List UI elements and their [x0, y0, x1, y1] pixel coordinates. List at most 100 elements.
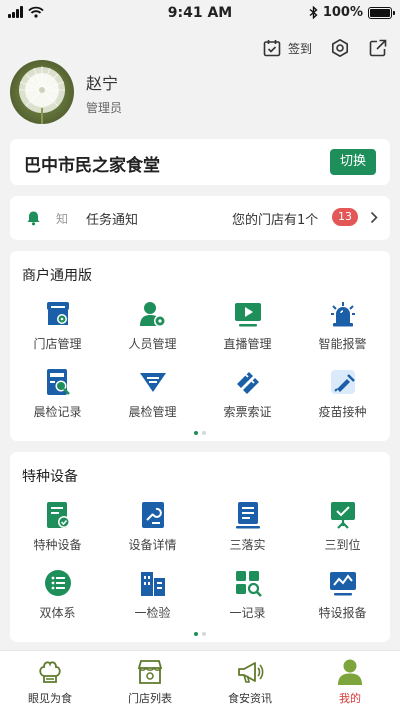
morning-check-record-icon	[46, 369, 70, 395]
store-settings-icon	[46, 302, 69, 325]
tab-label: 眼见为食	[28, 692, 72, 705]
tab-mine[interactable]: 我的	[300, 651, 400, 710]
notice-card[interactable]: 知 任务通知 您的门店有1个 13	[10, 196, 390, 240]
grid-label: 疫苗接种	[318, 405, 367, 419]
page-dots	[10, 431, 390, 435]
grid-label: 人员管理	[128, 337, 177, 351]
page-dot-active	[194, 431, 198, 435]
grid-item-live-manage[interactable]: 直播管理	[200, 299, 295, 355]
chevron-right-icon	[370, 211, 378, 224]
merchant-section: 商户通用版 门店管理 人员管理 直播管理 智能报警 晨检记录 晨检管理 索票索证	[10, 251, 390, 441]
battery-icon	[368, 6, 395, 19]
notice-count-badge: 13	[332, 208, 358, 226]
grid-label: 直播管理	[223, 337, 272, 351]
alarm-light-icon	[330, 302, 355, 327]
grid-item-ticket[interactable]: 索票索证	[200, 367, 295, 423]
grid-label: 特设报备	[318, 606, 367, 620]
notice-title: 任务通知	[86, 213, 139, 228]
bluetooth-icon	[309, 6, 318, 19]
grid-item-dual-system[interactable]: 双体系	[10, 568, 105, 624]
grid-item-smart-alarm[interactable]: 智能报警	[295, 299, 390, 355]
checkin-button[interactable]: 签到	[262, 38, 312, 58]
store-card: 巴中市民之家食堂 切换	[10, 139, 390, 185]
user-role: 管理员	[86, 101, 123, 115]
megaphone-icon	[238, 662, 264, 683]
grid-label: 晨检管理	[128, 405, 177, 419]
grid-label: 门店管理	[33, 337, 82, 351]
grid-item-morning-manage[interactable]: 晨检管理	[105, 367, 200, 423]
monitor-chart-icon	[329, 572, 356, 596]
battery-percent: 100%	[322, 5, 363, 20]
calendar-check-icon	[263, 40, 281, 57]
page-dots	[10, 632, 390, 636]
notice-label: 知	[56, 212, 69, 226]
merchant-grid: 门店管理 人员管理 直播管理 智能报警 晨检记录 晨检管理 索票索证 疫苗接种	[10, 299, 390, 423]
tab-label: 门店列表	[128, 692, 172, 705]
grid-item-special-equipment[interactable]: 特种设备	[10, 500, 105, 556]
grid-label: 设备详情	[128, 538, 177, 552]
grid-label: 索票索证	[223, 405, 272, 419]
section-title: 特种设备	[22, 469, 78, 485]
page-dot	[202, 431, 206, 435]
profile: 赵宁 管理员	[10, 60, 390, 126]
tab-label: 我的	[339, 692, 361, 705]
grid-label: 双体系	[39, 606, 76, 620]
grid-label: 三到位	[324, 538, 361, 552]
settings-icon[interactable]	[330, 38, 350, 58]
grid-label: 一记录	[229, 606, 266, 620]
tab-bar: 眼见为食 门店列表 食安资讯 我的	[0, 650, 400, 710]
shop-icon	[137, 660, 163, 684]
board-icon	[330, 502, 355, 529]
store-name: 巴中市民之家食堂	[24, 156, 160, 176]
grid-item-equipment-detail[interactable]: 设备详情	[105, 500, 200, 556]
vaccine-icon	[330, 370, 355, 394]
ticket-icon	[236, 372, 259, 394]
grid-label: 晨检记录	[33, 405, 82, 419]
grid-item-special-report[interactable]: 特设报备	[295, 568, 390, 624]
chef-hat-icon	[39, 661, 61, 683]
document-list-icon	[235, 502, 260, 529]
grid-item-three-in-place[interactable]: 三到位	[295, 500, 390, 556]
special-grid: 特种设备 设备详情 三落实 三到位 双体系 一检验 一记录 特设报备	[10, 500, 390, 624]
grid-label: 特种设备	[33, 538, 82, 552]
grid-item-morning-record[interactable]: 晨检记录	[10, 367, 105, 423]
status-right: 100%	[309, 5, 395, 20]
grid-label: 一检验	[134, 606, 171, 620]
notice-message: 您的门店有1个	[232, 213, 319, 228]
page-dot	[202, 632, 206, 636]
grid-label: 三落实	[229, 538, 266, 552]
section-title: 商户通用版	[22, 268, 92, 284]
bell-icon	[27, 211, 40, 226]
grid-item-store-manage[interactable]: 门店管理	[10, 299, 105, 355]
grid-item-one-inspection[interactable]: 一检验	[105, 568, 200, 624]
grid-item-one-record[interactable]: 一记录	[200, 568, 295, 624]
tab-food-safety-news[interactable]: 食安资讯	[200, 651, 300, 710]
grid-item-staff-manage[interactable]: 人员管理	[105, 299, 200, 355]
user-settings-icon	[139, 302, 166, 327]
top-actions: 签到	[262, 38, 388, 58]
grid-search-icon	[235, 571, 262, 597]
battery-fill	[370, 8, 390, 17]
avatar[interactable]	[10, 60, 74, 124]
user-icon	[338, 659, 362, 685]
special-equipment-section: 特种设备 特种设备 设备详情 三落实 三到位 双体系 一检验 一记录 特设报备	[10, 452, 390, 642]
page-dot-active	[194, 632, 198, 636]
morning-check-manage-icon	[139, 373, 166, 392]
tab-store-list[interactable]: 门店列表	[100, 651, 200, 710]
tab-eyes-on-food[interactable]: 眼见为食	[0, 651, 100, 710]
building-icon	[140, 572, 165, 596]
special-equipment-icon	[46, 502, 70, 528]
live-play-icon	[234, 303, 261, 327]
grid-item-three-implement[interactable]: 三落实	[200, 500, 295, 556]
checkin-label: 签到	[287, 41, 312, 56]
grid-label: 智能报警	[318, 337, 367, 351]
list-circle-icon	[44, 570, 71, 596]
status-bar: 9:41 AM 100%	[0, 0, 400, 26]
dandelion-photo	[19, 66, 65, 124]
switch-store-button[interactable]: 切换	[330, 149, 376, 175]
user-name: 赵宁	[86, 74, 119, 93]
equipment-detail-icon	[141, 502, 164, 528]
tab-label: 食安资讯	[228, 692, 272, 705]
grid-item-vaccine[interactable]: 疫苗接种	[295, 367, 390, 423]
share-icon[interactable]	[368, 38, 388, 58]
